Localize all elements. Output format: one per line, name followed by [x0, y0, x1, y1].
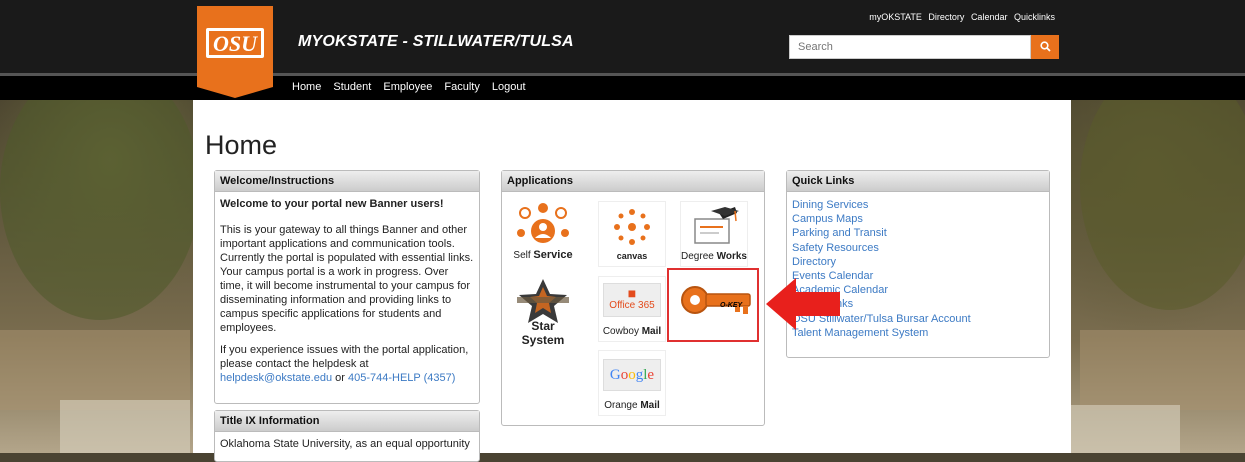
search-input[interactable] [789, 35, 1031, 59]
quick-links-heading: Quick Links [787, 171, 1049, 192]
nav-employee[interactable]: Employee [383, 81, 432, 93]
search-icon [1039, 41, 1051, 52]
quick-link-directory[interactable]: Directory [792, 255, 1044, 269]
helpdesk-text: If you experience issues with the portal… [220, 344, 469, 370]
canvas-icon [614, 209, 650, 245]
app-tile-canvas[interactable]: canvas [598, 201, 666, 267]
tile-label-plain: Orange [604, 400, 641, 411]
osu-logo[interactable]: OSU [197, 6, 273, 98]
o-key-highlight-box [667, 268, 759, 342]
nav-student[interactable]: Student [333, 81, 371, 93]
quick-link-parking-transit[interactable]: Parking and Transit [792, 226, 1044, 240]
utility-link-calendar[interactable]: Calendar [971, 12, 1008, 22]
helpdesk-email-link[interactable]: helpdesk@okstate.edu [220, 372, 332, 384]
logo-text: OSU [206, 28, 264, 58]
welcome-paragraph: This is your gateway to all things Banne… [220, 224, 474, 334]
quick-link-safety-resources[interactable]: Safety Resources [792, 241, 1044, 255]
nav-home[interactable]: Home [292, 81, 321, 93]
office365-logo: ■ Office 365 [603, 283, 661, 317]
app-tile-orange-mail[interactable]: Google Orange Mail [598, 350, 666, 416]
diploma-icon [694, 207, 739, 244]
tile-label-plain: Degree [681, 251, 717, 262]
utility-link-myokstate[interactable]: myOKSTATE [869, 12, 922, 22]
site-title: MYOKSTATE - STILLWATER/TULSA [298, 33, 574, 50]
tile-label-bold: Service [533, 249, 573, 261]
nav-faculty[interactable]: Faculty [444, 81, 479, 93]
search-button[interactable] [1031, 35, 1059, 59]
app-tile-degree-works[interactable]: Degree Works [680, 201, 748, 267]
google-logo: Google [603, 359, 661, 391]
app-tile-star-system[interactable]: Star System [510, 275, 576, 349]
tile-label-bold: canvas [616, 251, 648, 261]
search-box [789, 35, 1059, 59]
red-arrow-icon [766, 278, 840, 330]
tile-label-plain: Self [513, 250, 534, 261]
welcome-bold-line: Welcome to your portal new Banner users! [220, 198, 444, 210]
page-title: Home [205, 130, 278, 160]
welcome-panel: Welcome/Instructions Welcome to your por… [214, 170, 480, 404]
welcome-heading: Welcome/Instructions [215, 171, 479, 192]
self-service-icon [517, 203, 569, 243]
quick-link-campus-maps[interactable]: Campus Maps [792, 212, 1044, 226]
utility-link-quicklinks[interactable]: Quicklinks [1014, 12, 1055, 22]
office-icon: ■ [627, 285, 637, 301]
app-tile-self-service[interactable]: Self Service [510, 201, 576, 265]
main-nav: Home Student Employee Faculty Logout [292, 81, 535, 93]
tile-label-bold: Star System [521, 319, 565, 347]
tile-label-plain: Cowboy [602, 326, 642, 337]
utility-links: myOKSTATE Directory Calendar Quicklinks [865, 12, 1055, 22]
tile-label-bold: Works [716, 251, 747, 262]
applications-heading: Applications [502, 171, 764, 192]
star-system-icon [517, 279, 569, 323]
title-ix-panel: Title IX Information Oklahoma State Univ… [214, 410, 480, 462]
office365-text: Office 365 [609, 300, 655, 311]
title-ix-text: Oklahoma State University, as an equal o… [220, 438, 470, 450]
applications-panel: Applications Self Service canvas Degree … [501, 170, 765, 426]
tile-label-bold: Mail [640, 400, 660, 411]
tile-label-bold: Mail [641, 326, 662, 337]
or-text: or [335, 372, 345, 384]
nav-logout[interactable]: Logout [492, 81, 526, 93]
quick-link-dining-services[interactable]: Dining Services [792, 198, 1044, 212]
nav-bar [0, 76, 1245, 100]
helpdesk-phone-link[interactable]: 405-744-HELP (4357) [348, 372, 455, 384]
main-content: Home Welcome/Instructions Welcome to you… [193, 100, 1071, 462]
title-ix-heading: Title IX Information [215, 411, 479, 432]
utility-link-directory[interactable]: Directory [928, 12, 964, 22]
app-tile-cowboy-mail[interactable]: ■ Office 365 Cowboy Mail [598, 276, 666, 342]
